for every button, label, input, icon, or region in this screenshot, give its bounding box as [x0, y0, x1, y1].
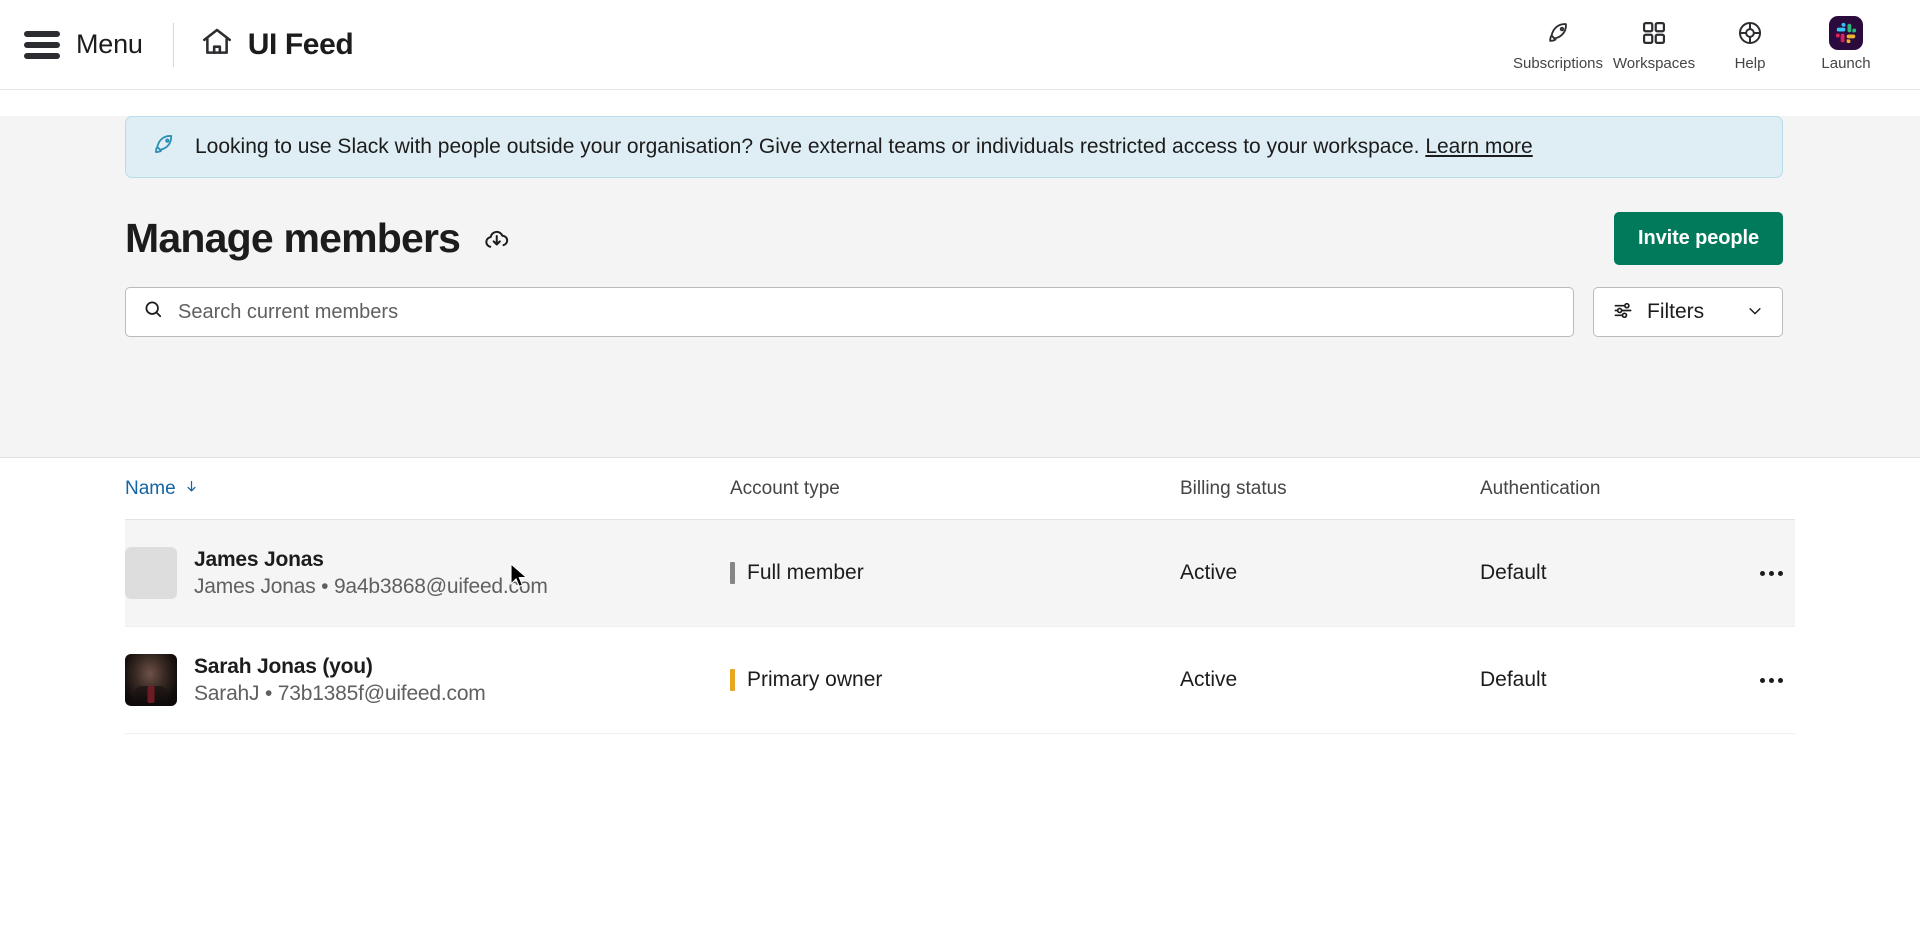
nav-item-help[interactable]: Help: [1702, 0, 1798, 89]
member-name[interactable]: Sarah Jonas (you): [194, 655, 486, 679]
search-icon: [143, 299, 164, 325]
billing-status-cell: Active: [1180, 561, 1238, 584]
member-handle-email: SarahJ • 73b1385f@uifeed.com: [194, 681, 486, 705]
table-row[interactable]: Sarah Jonas (you) SarahJ • 73b1385f@uife…: [125, 627, 1795, 734]
search-input[interactable]: [178, 300, 1556, 324]
hamburger-icon[interactable]: [24, 30, 60, 59]
column-header-billing-status: Billing status: [1180, 477, 1287, 499]
banner-text: Looking to use Slack with people outside…: [195, 135, 1533, 159]
overflow-menu-icon[interactable]: [1748, 570, 1783, 576]
column-header-name[interactable]: Name: [125, 478, 730, 500]
nav-item-subscriptions-label: Subscriptions: [1512, 54, 1604, 72]
overflow-menu-icon[interactable]: [1748, 677, 1783, 683]
column-header-name-label: Name: [125, 477, 176, 499]
account-type-indicator: [730, 669, 735, 691]
nav-right-group: Subscriptions Workspaces Help Launch: [1510, 0, 1894, 89]
title-row: Manage members Invite people: [125, 212, 1783, 265]
nav-item-workspaces[interactable]: Workspaces: [1606, 0, 1702, 89]
rocket-icon: [150, 131, 177, 163]
search-box[interactable]: [125, 287, 1574, 337]
lifebuoy-icon: [1736, 18, 1764, 48]
invite-people-button[interactable]: Invite people: [1614, 212, 1783, 265]
billing-status-cell: Active: [1180, 668, 1238, 691]
home-link[interactable]: UI Feed: [200, 25, 354, 64]
sliders-icon: [1612, 299, 1635, 325]
cloud-download-icon[interactable]: [482, 224, 512, 259]
chevron-down-icon: [1746, 302, 1764, 323]
nav-left-group: Menu UI Feed: [20, 22, 354, 67]
slack-logo-icon: [1829, 15, 1863, 50]
search-and-filters-row: Filters: [125, 287, 1783, 337]
banner-message: Looking to use Slack with people outside…: [195, 135, 1420, 158]
column-header-authentication: Authentication: [1480, 477, 1601, 499]
member-name[interactable]: James Jonas: [194, 548, 548, 572]
external-access-banner: Looking to use Slack with people outside…: [125, 116, 1783, 178]
nav-divider: [172, 22, 174, 67]
member-identity-cell: Sarah Jonas (you) SarahJ • 73b1385f@uife…: [125, 654, 730, 706]
grid-squares-icon: [1640, 18, 1668, 48]
nav-item-help-label: Help: [1734, 54, 1766, 72]
table-row[interactable]: James Jonas James Jonas • 9a4b3868@uifee…: [125, 520, 1795, 627]
nav-item-launch-label: Launch: [1821, 54, 1871, 72]
avatar: [125, 547, 177, 599]
member-name-block: Sarah Jonas (you) SarahJ • 73b1385f@uife…: [194, 655, 486, 706]
account-type-label: Full member: [747, 561, 864, 584]
account-type-cell: Primary owner: [730, 668, 1180, 692]
top-navigation-bar: Menu UI Feed Subscriptions Workspaces He…: [0, 0, 1920, 90]
account-type-indicator: [730, 562, 735, 584]
member-identity-cell: James Jonas James Jonas • 9a4b3868@uifee…: [125, 547, 730, 599]
menu-button-label[interactable]: Menu: [76, 29, 143, 60]
authentication-cell: Default: [1480, 668, 1547, 691]
learn-more-link[interactable]: Learn more: [1425, 135, 1532, 158]
rocket-icon: [1544, 18, 1572, 48]
filters-button-label: Filters: [1647, 300, 1705, 323]
page-header-section: Looking to use Slack with people outside…: [0, 116, 1920, 458]
member-name-block: James Jonas James Jonas • 9a4b3868@uifee…: [194, 548, 548, 599]
home-icon: [200, 25, 234, 64]
account-type-cell: Full member: [730, 561, 1180, 585]
nav-item-workspaces-label: Workspaces: [1612, 54, 1696, 72]
column-header-account-type: Account type: [730, 477, 840, 499]
authentication-cell: Default: [1480, 561, 1547, 584]
member-handle-email: James Jonas • 9a4b3868@uifeed.com: [194, 574, 548, 598]
nav-item-subscriptions[interactable]: Subscriptions: [1510, 0, 1606, 89]
arrow-down-icon: [184, 478, 199, 500]
avatar: [125, 654, 177, 706]
members-table: Name Account type Billing status Authent…: [0, 458, 1920, 734]
table-header-row: Name Account type Billing status Authent…: [125, 458, 1795, 520]
nav-item-launch[interactable]: Launch: [1798, 0, 1894, 89]
filters-button[interactable]: Filters: [1593, 287, 1783, 337]
manage-members-title: Manage members: [125, 215, 461, 261]
page-title: UI Feed: [247, 27, 354, 61]
account-type-label: Primary owner: [747, 668, 883, 691]
